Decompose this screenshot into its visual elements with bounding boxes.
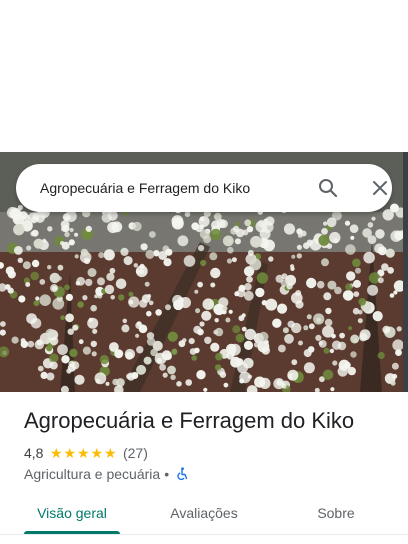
- rating-value: 4,8: [24, 445, 44, 461]
- star-icon: ★: [76, 445, 90, 461]
- search-icon[interactable]: [316, 176, 340, 200]
- star-icon: ★: [49, 445, 63, 461]
- map-area: [0, 0, 408, 152]
- scrollbar[interactable]: [403, 152, 408, 392]
- category-row: Agricultura e pecuária •: [24, 465, 189, 483]
- rating-stars: ★ ★ ★ ★ ★: [49, 446, 117, 460]
- search-box[interactable]: Agropecuária e Ferragem do Kiko: [16, 164, 392, 212]
- place-title: Agropecuária e Ferragem do Kiko: [24, 408, 355, 433]
- star-icon: ★: [63, 445, 76, 461]
- rating-row[interactable]: 4,8 ★ ★ ★ ★ ★ (27): [24, 444, 148, 462]
- star-icon: ★: [90, 445, 103, 461]
- tab-avaliacoes[interactable]: Avaliações: [156, 494, 252, 532]
- review-count-link[interactable]: (27): [123, 445, 148, 461]
- tab-sobre[interactable]: Sobre: [288, 494, 384, 532]
- search-input[interactable]: Agropecuária e Ferragem do Kiko: [40, 164, 290, 212]
- wheelchair-icon[interactable]: [175, 467, 189, 481]
- tabs-divider: [0, 534, 408, 535]
- tab-visao-geral[interactable]: Visão geral: [24, 494, 120, 532]
- place-tabs: Visão geral Avaliações Sobre: [0, 494, 408, 536]
- close-icon[interactable]: [368, 176, 392, 200]
- category-label: Agricultura e pecuária: [24, 466, 161, 482]
- star-icon: ★: [103, 445, 117, 461]
- separator-dot: •: [164, 466, 170, 482]
